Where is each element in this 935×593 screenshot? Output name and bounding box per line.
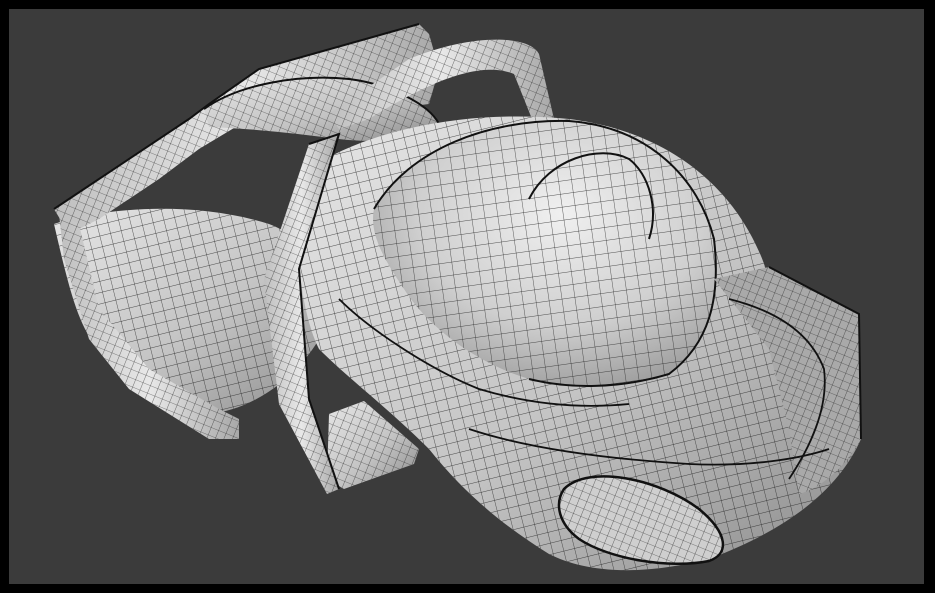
model-render (53, 23, 862, 571)
app-frame (0, 0, 935, 593)
3d-viewport[interactable] (9, 9, 924, 584)
